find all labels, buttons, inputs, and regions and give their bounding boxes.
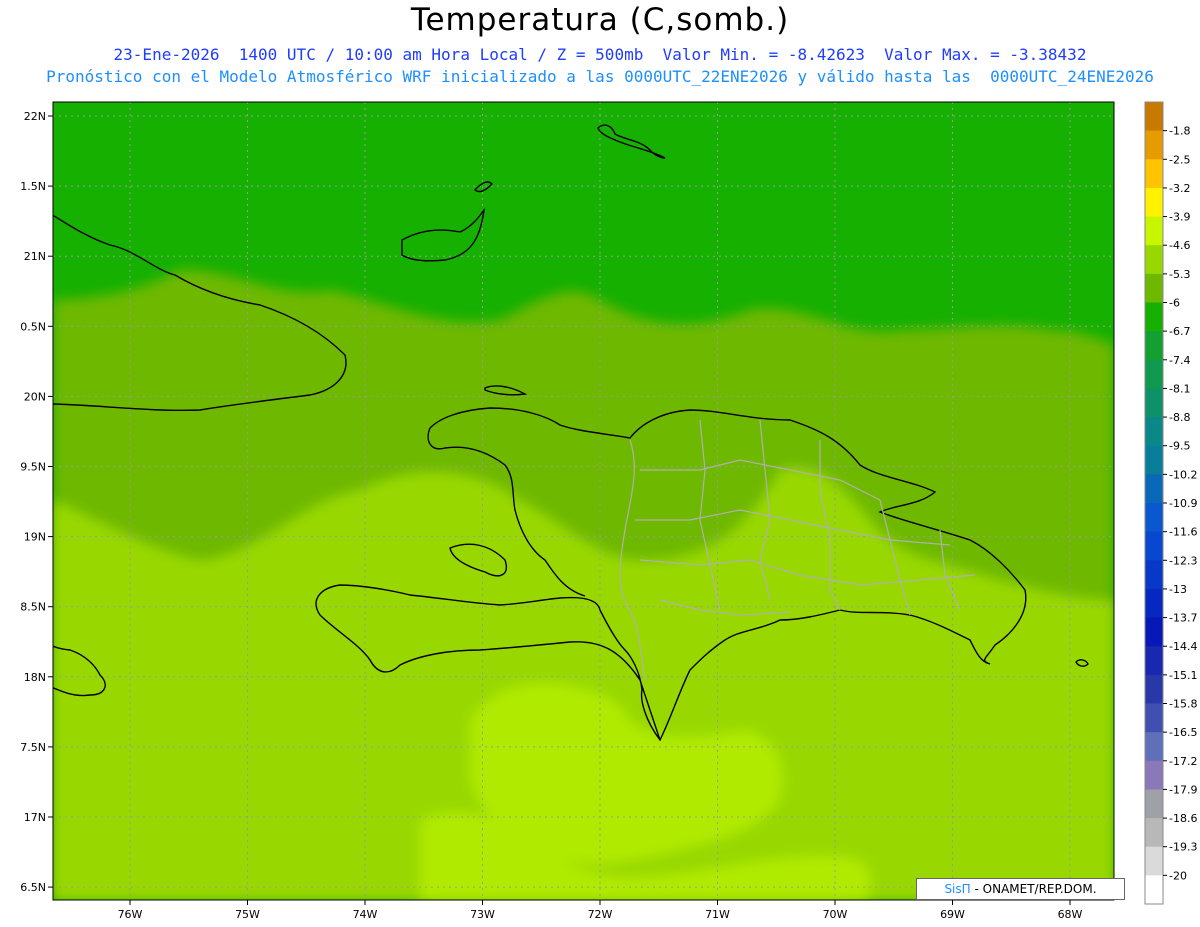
sispi-logo: SisΠ: [944, 882, 971, 896]
colorbar-swatch: [1145, 245, 1163, 275]
lon-tick-label: 74W: [353, 908, 378, 921]
colorbar-swatch: [1145, 846, 1163, 876]
lat-tick-label: 1.5N: [20, 180, 46, 193]
colorbar-label: -3.9: [1169, 211, 1190, 224]
temperature-shading: [53, 102, 1114, 900]
colorbar-swatch: [1145, 617, 1163, 647]
colorbar-label: -12.3: [1169, 554, 1197, 567]
colorbar-label: -6.7: [1169, 325, 1190, 338]
lon-tick-label: 69W: [940, 908, 965, 921]
colorbar-label: -14.4: [1169, 640, 1197, 653]
colorbar-swatch: [1145, 588, 1163, 619]
colorbar-label: -16.5: [1169, 726, 1197, 739]
lat-tick-label: 21N: [24, 250, 46, 263]
colorbar-label: -11.6: [1169, 526, 1197, 539]
credit-text: - ONAMET/REP.DOM.: [974, 882, 1097, 896]
colorbar-swatch: [1145, 159, 1163, 189]
colorbar-label: -10.2: [1169, 468, 1197, 481]
colorbar-label: -4.6: [1169, 239, 1190, 252]
colorbar-swatch: [1145, 875, 1163, 905]
lon-tick-label: 76W: [118, 908, 143, 921]
colorbar-swatch: [1145, 818, 1163, 848]
temperature-map: 22N 1.5N 21N 0.5N 20N 9.5N 19N 8.5N 18N 7.5N 17N 6.…: [20, 101, 1197, 921]
colorbar-swatch: [1145, 474, 1163, 504]
colorbar-label: -19.3: [1169, 841, 1197, 854]
colorbar-label: -13.7: [1169, 612, 1197, 625]
colorbar-swatch: [1145, 331, 1163, 361]
colorbar-swatch: [1145, 417, 1163, 447]
colorbar-swatch: [1145, 302, 1163, 332]
colorbar-label: -15.8: [1169, 698, 1197, 711]
lat-tick-label: 6.5N: [20, 881, 46, 894]
colorbar-label: -17.9: [1169, 783, 1197, 796]
lon-tick-label: 71W: [705, 908, 730, 921]
colorbar-swatch: [1145, 187, 1163, 218]
credit-box: SisΠ - ONAMET/REP.DOM.: [916, 878, 1125, 900]
colorbar-label: -5.3: [1169, 268, 1190, 281]
longitude-axis: 76W 75W 74W 73W 72W 71W 70W 69W 68W: [118, 900, 1083, 921]
colorbar-swatch: [1145, 130, 1163, 160]
colorbar-swatch: [1145, 531, 1163, 561]
lon-tick-label: 73W: [470, 908, 495, 921]
colorbar-swatch: [1145, 359, 1163, 389]
lat-tick-label: 19N: [24, 531, 46, 544]
lon-tick-label: 75W: [235, 908, 260, 921]
colorbar-label: -15.1: [1169, 669, 1197, 682]
colorbar-label: -1.8: [1169, 125, 1190, 138]
colorbar-label: -7.4: [1169, 354, 1190, 367]
colorbar-swatch: [1145, 646, 1163, 676]
colorbar-swatch: [1145, 703, 1163, 733]
colorbar-label: -13: [1169, 583, 1187, 596]
colorbar-swatch: [1145, 102, 1163, 132]
colorbar-label: -20: [1169, 869, 1187, 882]
colorbar-swatch: [1145, 674, 1163, 704]
colorbar-label: -9.5: [1169, 440, 1190, 453]
lat-tick-label: 17N: [24, 811, 46, 824]
colorbar-swatch: [1145, 216, 1163, 246]
lat-tick-label: 18N: [24, 671, 46, 684]
lat-tick-label: 20N: [24, 390, 46, 403]
lat-tick-label: 0.5N: [20, 320, 46, 333]
latitude-axis: 22N 1.5N 21N 0.5N 20N 9.5N 19N 8.5N 18N 7.5N 17N 6.…: [20, 110, 53, 894]
lat-tick-label: 8.5N: [20, 601, 46, 614]
colorbar-label: -8.1: [1169, 382, 1190, 395]
colorbar-swatch: [1145, 445, 1163, 475]
colorbar-swatch: [1145, 388, 1163, 418]
colorbar-swatch: [1145, 789, 1163, 819]
lat-tick-label: 9.5N: [20, 461, 46, 474]
lon-tick-label: 70W: [823, 908, 848, 921]
colorbar-swatch: [1145, 732, 1163, 762]
colorbar-swatch: [1145, 760, 1163, 790]
colorbar-swatch: [1145, 273, 1163, 303]
lon-tick-label: 72W: [588, 908, 613, 921]
colorbar-label: -17.2: [1169, 755, 1197, 768]
lat-tick-label: 7.5N: [20, 741, 46, 754]
colorbar-label: -6: [1169, 297, 1180, 310]
colorbar-label: -10.9: [1169, 497, 1197, 510]
colorbar-label: -2.5: [1169, 153, 1190, 166]
colorbar-label: -18.6: [1169, 812, 1197, 825]
colorbar: -1.8 -2.5 -3.2 -3.9 -4.6 -5.3 -6 -6.7 -7.4 -8.1 -8…: [1144, 101, 1197, 905]
colorbar-label: -8.8: [1169, 411, 1190, 424]
lat-tick-label: 22N: [24, 110, 46, 123]
lon-tick-label: 68W: [1058, 908, 1083, 921]
colorbar-label: -3.2: [1169, 182, 1190, 195]
colorbar-swatch: [1145, 560, 1163, 590]
colorbar-swatch: [1145, 503, 1163, 533]
